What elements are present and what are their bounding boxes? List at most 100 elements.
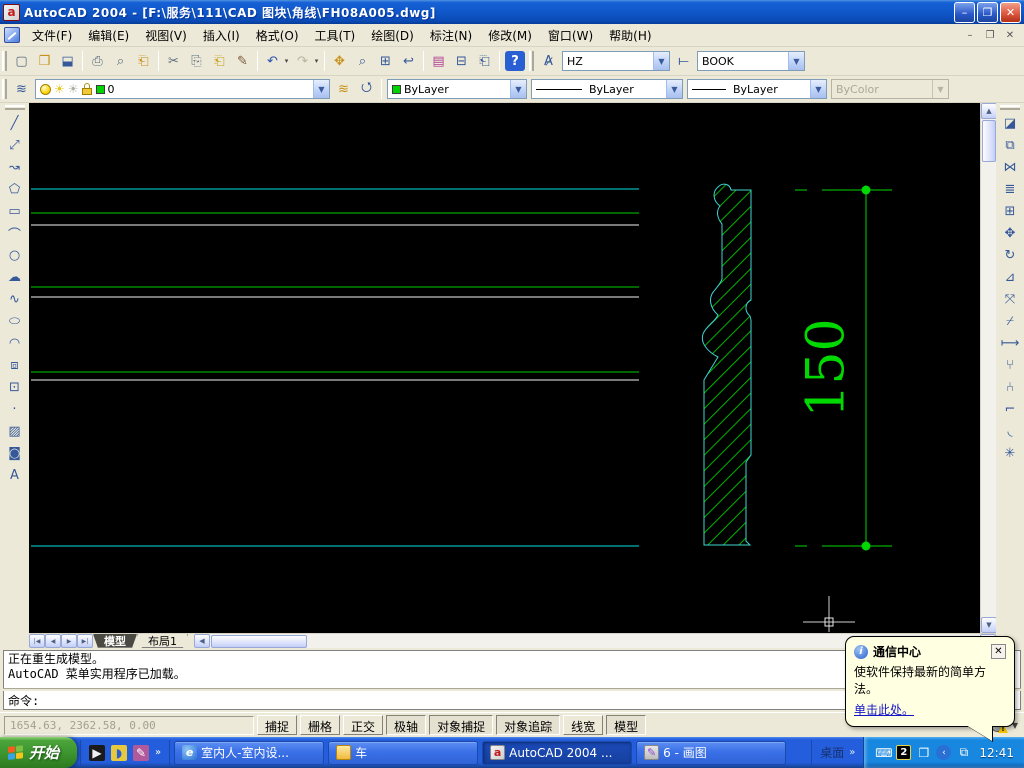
toolbar-grip[interactable] [4,105,25,110]
menu-绘图[interactable]: 绘图(D) [363,24,422,47]
tab-prev-icon[interactable]: ◀ [45,634,61,648]
menu-标注[interactable]: 标注(N) [422,24,480,47]
menu-工具[interactable]: 工具(T) [307,24,364,47]
insert-block-icon[interactable]: ⧈ [4,354,26,376]
layer-unlock-icon[interactable] [81,83,93,95]
properties-palette-icon[interactable]: ▤ [427,50,450,73]
layer-freeze-vp-icon[interactable]: ☀ [68,83,79,95]
match-properties-icon[interactable]: ✎ [231,50,254,73]
point-icon[interactable]: · [4,398,26,420]
scroll-left-icon[interactable]: ◀ [194,634,210,648]
minimize-button[interactable]: – [954,1,975,23]
mdi-restore-icon[interactable]: ❐ [982,28,998,42]
make-block-icon[interactable]: ⊡ [4,376,26,398]
hatch-icon[interactable]: ▨ [4,420,26,442]
input-method-icon[interactable]: 2 [896,745,912,760]
chevron-icon[interactable]: » [155,747,161,758]
zoom-previous-icon[interactable]: ↩ [397,50,420,73]
dim-style-icon[interactable]: ⟝ [672,50,695,73]
help-icon[interactable]: ? [505,51,525,71]
rotate-icon[interactable]: ↻ [999,244,1021,266]
dimension-150[interactable]: 150 [795,185,892,551]
undo-icon[interactable]: ↶ [261,50,284,73]
tab-布局1[interactable]: 布局1 [137,634,188,648]
text-style-icon[interactable]: A̷ [537,50,560,73]
circle-icon[interactable]: ○ [4,244,26,266]
status-toggle-栅格[interactable]: 栅格 [300,715,341,735]
rectangle-icon[interactable]: ▭ [4,200,26,222]
lineweight-combo[interactable]: ByLayer ▼ [687,79,827,99]
taskbar-button-folder[interactable]: 车 [328,740,479,765]
vertical-scroll-thumb[interactable] [982,120,996,162]
chevron-down-icon[interactable]: ▼ [313,80,329,98]
fillet-icon[interactable]: ◟ [999,420,1021,442]
line-icon[interactable]: ╱ [4,112,26,134]
move-icon[interactable]: ✥ [999,222,1021,244]
mirror-icon[interactable]: ⋈ [999,156,1021,178]
chevron-down-icon[interactable]: ▼ [510,80,526,98]
explode-icon[interactable]: ✳ [999,442,1021,464]
toolbar-grip[interactable] [1000,105,1020,110]
erase-icon[interactable]: ◪ [999,112,1021,134]
designcenter-icon[interactable]: ⊟ [450,50,473,73]
plot-preview-icon[interactable]: ⌕ [109,50,132,73]
linetype-combo[interactable]: ByLayer ▼ [531,79,683,99]
status-toggle-对象捕捉[interactable]: 对象捕捉 [429,715,494,735]
stretch-icon[interactable]: ⤧ [999,288,1021,310]
scroll-down-icon[interactable]: ▼ [981,617,997,633]
copy-clip-icon[interactable]: ⎘ [185,50,208,73]
open-icon[interactable]: ❒ [33,50,56,73]
chevron-icon[interactable]: » [849,747,855,758]
menu-视图[interactable]: 视图(V) [137,24,195,47]
menu-格式[interactable]: 格式(O) [248,24,307,47]
close-button[interactable]: ✕ [1000,1,1021,23]
menu-帮助[interactable]: 帮助(H) [601,24,659,47]
network-icon[interactable]: ⧉ [956,745,971,760]
mtext-icon[interactable]: A [4,464,26,486]
copy-object-icon[interactable]: ⧉ [999,134,1021,156]
menu-编辑[interactable]: 编辑(E) [80,24,137,47]
layer-combo[interactable]: ☀ ☀ 0 ▼ [35,79,330,99]
region-icon[interactable]: ◙ [4,442,26,464]
desktop-toolbar[interactable]: 桌面 » [811,739,863,766]
toolbar-grip[interactable] [2,79,7,99]
balloon-close-icon[interactable]: ✕ [991,644,1006,659]
dim-style-combo[interactable]: BOOK ▼ [697,51,805,71]
tab-模型[interactable]: 模型 [93,634,137,648]
coordinate-readout[interactable]: 1654.63, 2362.58, 0.00 [4,715,254,735]
drawing-canvas[interactable]: 150 [29,103,980,633]
ellipse-icon[interactable]: ⬭ [4,310,26,332]
paint-quick-icon[interactable]: ✎ [133,744,150,761]
status-toggle-捕捉[interactable]: 捕捉 [257,715,298,735]
tab-last-icon[interactable]: ▶| [77,634,93,648]
toolbar-grip[interactable] [2,51,7,71]
save-icon[interactable]: ⬓ [56,50,79,73]
menu-插入[interactable]: 插入(I) [195,24,248,47]
array-icon[interactable]: ⊞ [999,200,1021,222]
status-toggle-对象追踪[interactable]: 对象追踪 [496,715,561,735]
status-toggle-极轴[interactable]: 极轴 [386,715,427,735]
scroll-up-icon[interactable]: ▲ [981,103,997,119]
status-toggle-模型[interactable]: 模型 [606,715,647,735]
mdi-minimize-icon[interactable]: – [962,28,978,42]
zoom-window-icon[interactable]: ⊞ [374,50,397,73]
window-switch-icon[interactable]: ❐ [916,745,931,760]
menu-文件[interactable]: 文件(F) [24,24,80,47]
trim-icon[interactable]: ⌿ [999,310,1021,332]
layer-states-icon[interactable]: ≋ [332,78,355,101]
chamfer-icon[interactable]: ⌐ [999,398,1021,420]
start-button[interactable]: 开始 [0,737,78,768]
construction-line-icon[interactable]: ⤢ [4,134,26,156]
offset-icon[interactable]: ≣ [999,178,1021,200]
break-icon[interactable]: ⑃ [999,376,1021,398]
balloon-link[interactable]: 单击此处。 [854,701,914,718]
status-toggle-线宽[interactable]: 线宽 [563,715,604,735]
extend-icon[interactable]: ⟼ [999,332,1021,354]
chevron-down-icon[interactable]: ▼ [810,80,826,98]
layer-manager-icon[interactable]: ≋ [10,78,33,101]
skirting-profile[interactable] [701,183,752,546]
tab-next-icon[interactable]: ▶ [61,634,77,648]
restore-button[interactable]: ❐ [977,1,998,23]
color-combo[interactable]: ByLayer ▼ [387,79,527,99]
layer-thaw-icon[interactable]: ☀ [54,83,65,95]
